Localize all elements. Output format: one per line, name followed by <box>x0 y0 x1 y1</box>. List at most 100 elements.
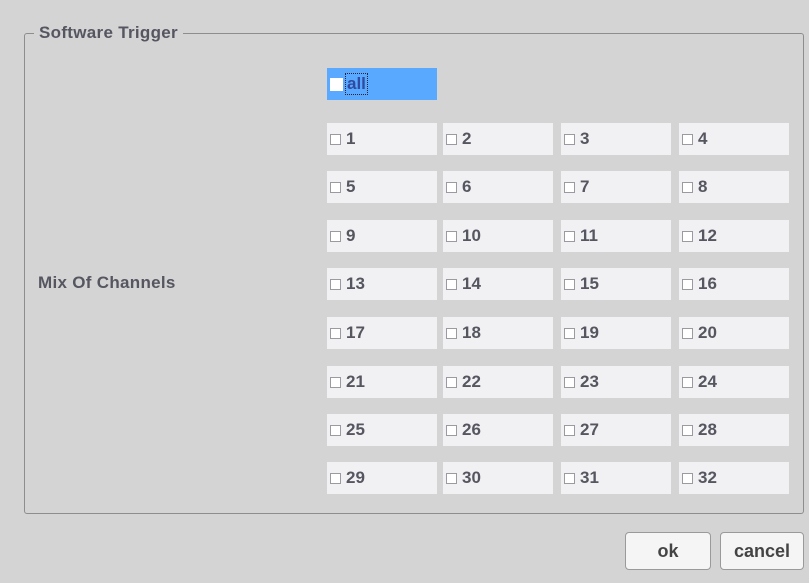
channel-label: 9 <box>346 226 356 245</box>
channel-label: 19 <box>580 323 599 342</box>
channel-24-checkbox[interactable]: 24 <box>679 366 789 398</box>
checkbox-box[interactable] <box>446 472 457 484</box>
channel-21-checkbox[interactable]: 21 <box>327 366 437 398</box>
channel-30-checkbox[interactable]: 30 <box>443 462 553 494</box>
checkbox-box[interactable] <box>682 327 693 339</box>
channel-18-checkbox[interactable]: 18 <box>443 317 553 349</box>
checkbox-box[interactable] <box>330 376 341 388</box>
channel-label: 14 <box>462 274 481 293</box>
channel-6-checkbox[interactable]: 6 <box>443 171 553 203</box>
software-trigger-dialog: Software Trigger Mix Of Channels all 123… <box>0 0 809 583</box>
channel-label: 13 <box>346 274 365 293</box>
checkbox-box[interactable] <box>564 472 575 484</box>
channel-all-checkbox[interactable]: all <box>327 68 437 100</box>
channel-8-checkbox[interactable]: 8 <box>679 171 789 203</box>
checkbox-box[interactable] <box>446 327 457 339</box>
ok-button[interactable]: ok <box>625 532 711 570</box>
checkbox-box[interactable] <box>564 424 575 436</box>
channel-label: 22 <box>462 372 481 391</box>
checkbox-box[interactable] <box>682 181 693 193</box>
checkbox-box[interactable] <box>330 278 341 290</box>
channel-22-checkbox[interactable]: 22 <box>443 366 553 398</box>
cancel-button[interactable]: cancel <box>720 532 804 570</box>
checkbox-box[interactable] <box>682 133 693 145</box>
checkbox-box[interactable] <box>330 230 341 242</box>
channel-label: 23 <box>580 372 599 391</box>
checkbox-box[interactable] <box>446 424 457 436</box>
checkbox-box[interactable] <box>564 278 575 290</box>
checkbox-box[interactable] <box>330 327 341 339</box>
channel-label: 31 <box>580 468 599 487</box>
channel-4-checkbox[interactable]: 4 <box>679 123 789 155</box>
channel-2-checkbox[interactable]: 2 <box>443 123 553 155</box>
channel-29-checkbox[interactable]: 29 <box>327 462 437 494</box>
channel-16-checkbox[interactable]: 16 <box>679 268 789 300</box>
channel-23-checkbox[interactable]: 23 <box>561 366 671 398</box>
channel-26-checkbox[interactable]: 26 <box>443 414 553 446</box>
checkbox-box[interactable] <box>446 230 457 242</box>
channel-19-checkbox[interactable]: 19 <box>561 317 671 349</box>
channel-all-label: all <box>345 73 368 95</box>
channel-label: 10 <box>462 226 481 245</box>
channel-label: 28 <box>698 420 717 439</box>
channel-3-checkbox[interactable]: 3 <box>561 123 671 155</box>
channel-label: 30 <box>462 468 481 487</box>
checkbox-box[interactable] <box>564 133 575 145</box>
channel-7-checkbox[interactable]: 7 <box>561 171 671 203</box>
channel-label: 21 <box>346 372 365 391</box>
checkbox-box[interactable] <box>564 376 575 388</box>
channel-label: 16 <box>698 274 717 293</box>
mix-of-channels-label: Mix Of Channels <box>38 273 176 292</box>
channel-label: 29 <box>346 468 365 487</box>
channel-10-checkbox[interactable]: 10 <box>443 220 553 252</box>
checkbox-box[interactable] <box>682 472 693 484</box>
checkbox-box[interactable] <box>330 77 343 91</box>
checkbox-box[interactable] <box>446 278 457 290</box>
checkbox-box[interactable] <box>682 376 693 388</box>
channel-1-checkbox[interactable]: 1 <box>327 123 437 155</box>
channel-label: 4 <box>698 129 708 148</box>
channel-15-checkbox[interactable]: 15 <box>561 268 671 300</box>
channel-27-checkbox[interactable]: 27 <box>561 414 671 446</box>
checkbox-box[interactable] <box>682 230 693 242</box>
checkbox-box[interactable] <box>446 376 457 388</box>
channel-17-checkbox[interactable]: 17 <box>327 317 437 349</box>
channel-label: 32 <box>698 468 717 487</box>
checkbox-box[interactable] <box>330 424 341 436</box>
checkbox-box[interactable] <box>564 230 575 242</box>
channel-5-checkbox[interactable]: 5 <box>327 171 437 203</box>
channel-32-checkbox[interactable]: 32 <box>679 462 789 494</box>
channel-label: 6 <box>462 177 472 196</box>
group-title: Software Trigger <box>34 23 183 43</box>
channel-25-checkbox[interactable]: 25 <box>327 414 437 446</box>
channel-label: 12 <box>698 226 717 245</box>
channel-11-checkbox[interactable]: 11 <box>561 220 671 252</box>
channel-label: 7 <box>580 177 590 196</box>
checkbox-box[interactable] <box>682 278 693 290</box>
checkbox-box[interactable] <box>330 181 341 193</box>
channel-31-checkbox[interactable]: 31 <box>561 462 671 494</box>
checkbox-box[interactable] <box>330 472 341 484</box>
channel-label: 18 <box>462 323 481 342</box>
checkbox-box[interactable] <box>446 133 457 145</box>
channel-13-checkbox[interactable]: 13 <box>327 268 437 300</box>
channel-14-checkbox[interactable]: 14 <box>443 268 553 300</box>
channel-label: 8 <box>698 177 708 196</box>
channel-label: 20 <box>698 323 717 342</box>
channel-label: 26 <box>462 420 481 439</box>
checkbox-box[interactable] <box>446 181 457 193</box>
channel-label: 5 <box>346 177 356 196</box>
checkbox-box[interactable] <box>682 424 693 436</box>
channel-20-checkbox[interactable]: 20 <box>679 317 789 349</box>
channel-label: 1 <box>346 129 356 148</box>
channel-label: 17 <box>346 323 365 342</box>
checkbox-box[interactable] <box>564 181 575 193</box>
channel-28-checkbox[interactable]: 28 <box>679 414 789 446</box>
checkbox-box[interactable] <box>330 133 341 145</box>
channel-label: 24 <box>698 372 717 391</box>
channel-label: 15 <box>580 274 599 293</box>
channel-9-checkbox[interactable]: 9 <box>327 220 437 252</box>
channel-12-checkbox[interactable]: 12 <box>679 220 789 252</box>
channel-label: 3 <box>580 129 590 148</box>
checkbox-box[interactable] <box>564 327 575 339</box>
